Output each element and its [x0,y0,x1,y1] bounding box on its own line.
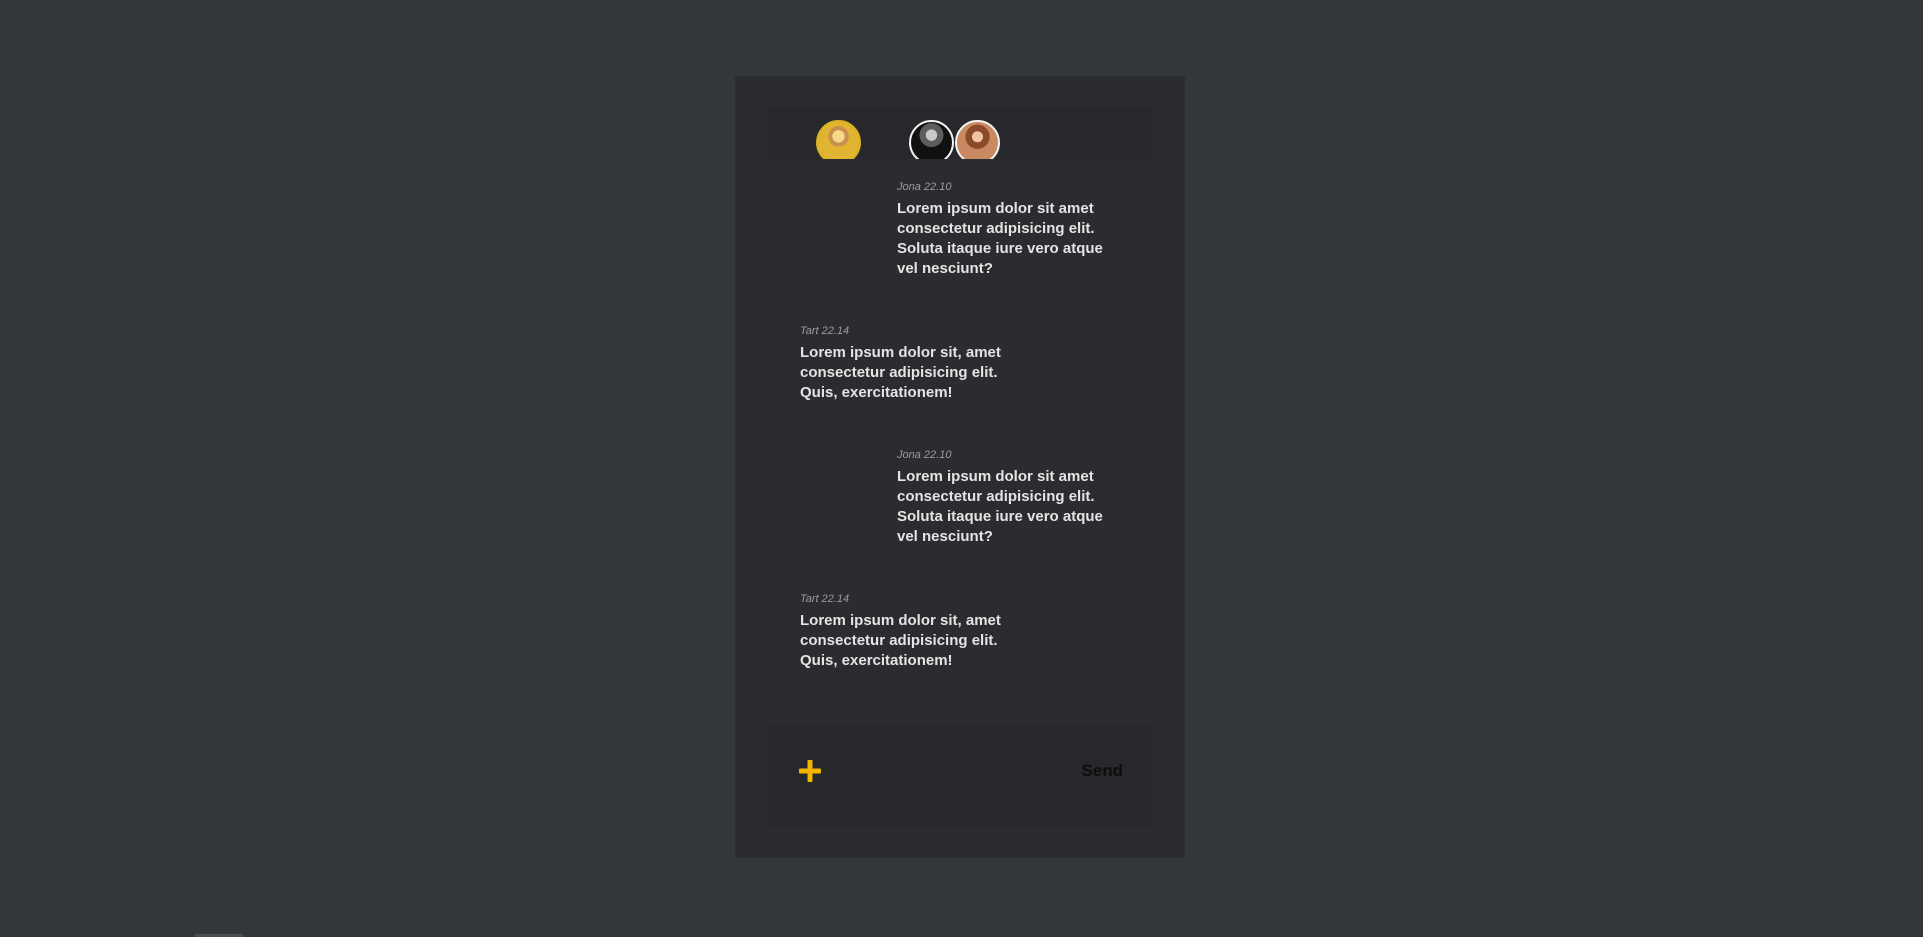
chat-header [768,109,1153,165]
message-author: Jona [897,449,921,461]
message-meta: Jona 22.10 [897,181,1112,194]
message-time: 22.14 [821,593,850,605]
message-time: 22.10 [923,181,952,193]
add-attachment-button[interactable] [798,759,822,783]
chat-window: Jona 22.10 Lorem ipsum dolor sit amet co… [735,76,1185,858]
plus-icon [799,760,821,782]
message-text: Lorem ipsum dolor sit amet consectetur a… [897,468,1103,545]
send-button[interactable]: Send [1081,761,1123,781]
message-item: Tart 22.14 Lorem ipsum dolor sit, amet c… [800,593,1015,671]
message-item: Tart 22.14 Lorem ipsum dolor sit, amet c… [800,325,1015,403]
message-author: Tart [800,593,819,605]
message-author: Tart [800,325,819,337]
message-meta: Tart 22.14 [800,325,1015,338]
message-text: Lorem ipsum dolor sit amet consectetur a… [897,200,1103,277]
message-text: Lorem ipsum dolor sit, amet consectetur … [800,344,1001,401]
message-author: Jona [897,181,921,193]
message-item: Jona 22.10 Lorem ipsum dolor sit amet co… [897,181,1112,279]
message-composer: Send [768,726,1153,826]
message-time: 22.10 [923,449,952,461]
message-text: Lorem ipsum dolor sit, amet consectetur … [800,612,1001,669]
message-list: Jona 22.10 Lorem ipsum dolor sit amet co… [768,159,1153,726]
message-item: Jona 22.10 Lorem ipsum dolor sit amet co… [897,449,1112,547]
message-meta: Jona 22.10 [897,449,1112,462]
message-time: 22.14 [821,325,850,337]
message-meta: Tart 22.14 [800,593,1015,606]
